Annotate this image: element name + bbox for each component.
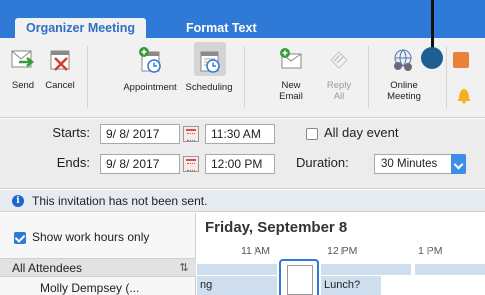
cancel-button[interactable]: Cancel: [40, 46, 80, 91]
start-date-calendar-icon[interactable]: [183, 126, 199, 142]
appointment-label: Appointment: [123, 82, 177, 93]
show-work-hours-label: Show work hours only: [32, 230, 150, 244]
reply-all-label: Reply All: [326, 80, 352, 102]
duration-value: 30 Minutes: [381, 158, 438, 170]
show-work-hours-checkbox[interactable]: [14, 232, 26, 244]
new-email-icon: [280, 48, 302, 69]
new-email-button[interactable]: New Email: [274, 46, 308, 102]
all-day-checkbox[interactable]: [306, 128, 318, 140]
ribbon-tab-bar: Organizer Meeting Format Text: [0, 0, 485, 38]
categorize-icon[interactable]: [453, 52, 469, 68]
all-attendees-header: All Attendees ⇅: [0, 258, 196, 277]
scheduling-label: Scheduling: [185, 82, 233, 93]
tab-organizer-meeting[interactable]: Organizer Meeting: [15, 18, 147, 38]
hour-tick: [341, 247, 342, 255]
end-date-calendar-icon[interactable]: [183, 156, 199, 172]
duration-select[interactable]: 30 Minutes: [374, 154, 466, 174]
hour-tick: [255, 247, 256, 255]
info-bar: i This invitation has not been sent.: [0, 190, 485, 212]
all-day-label: All day event: [324, 125, 399, 140]
hour-label: 12 PM: [327, 245, 358, 257]
ends-label: Ends:: [56, 155, 90, 170]
info-bar-text: This invitation has not been sent.: [32, 194, 208, 208]
online-meeting-icon: [394, 49, 412, 71]
scheduling-button[interactable]: Scheduling: [182, 42, 236, 93]
online-meeting-button[interactable]: Online Meeting: [382, 46, 426, 102]
hour-tick: [428, 247, 429, 255]
busy-block[interactable]: ng: [197, 276, 277, 295]
meeting-time-slot[interactable]: [287, 265, 313, 295]
attendee-pane: Show work hours only All Attendees ⇅ Mol…: [0, 213, 196, 295]
chevron-down-icon: [451, 154, 466, 174]
ribbon: Send Cancel Appointment Scheduling New E…: [0, 38, 485, 118]
ribbon-divider: [244, 46, 245, 108]
sort-icon[interactable]: ⇅: [178, 262, 190, 274]
info-icon: i: [12, 195, 24, 207]
appointment-icon: [139, 47, 161, 73]
start-time-field[interactable]: 11:30 AM: [205, 124, 275, 144]
duration-label: Duration:: [296, 155, 349, 170]
hour-label: 1 PM: [418, 245, 443, 257]
meeting-time-form: Starts: 9/ 8/ 2017 11:30 AM All day even…: [0, 119, 485, 189]
day-title: Friday, September 8: [205, 219, 348, 236]
all-attendees-label: All Attendees: [12, 261, 83, 275]
new-email-label: New Email: [279, 80, 303, 102]
scheduling-icon: [200, 51, 220, 73]
cancel-calendar-icon: [50, 50, 70, 71]
appointment-button[interactable]: Appointment: [118, 46, 182, 93]
busy-block-lunch[interactable]: Lunch?: [321, 276, 381, 295]
end-time-field[interactable]: 12:00 PM: [205, 154, 275, 174]
scheduling-grid: Friday, September 8 11 AM 12 PM 1 PM ng …: [197, 213, 485, 295]
busy-bar: [197, 264, 277, 275]
reply-all-icon: [330, 51, 348, 69]
tab-format-text[interactable]: Format Text: [175, 18, 268, 38]
end-date-field[interactable]: 9/ 8/ 2017: [100, 154, 180, 174]
ribbon-divider: [87, 46, 88, 108]
reminder-bell-icon[interactable]: [456, 86, 472, 104]
online-meeting-label: Online Meeting: [387, 80, 421, 102]
ribbon-divider: [368, 46, 369, 108]
send-label: Send: [11, 80, 35, 91]
send-icon: [11, 50, 35, 68]
send-button[interactable]: Send: [6, 46, 40, 91]
busy-bar: [321, 264, 411, 275]
attendee-row[interactable]: Molly Dempsey (...: [40, 281, 139, 295]
ribbon-divider: [446, 46, 447, 108]
cancel-label: Cancel: [45, 80, 75, 91]
starts-label: Starts:: [52, 125, 90, 140]
reply-all-button[interactable]: Reply All: [322, 46, 356, 102]
busy-bar: [415, 264, 485, 275]
start-date-field[interactable]: 9/ 8/ 2017: [100, 124, 180, 144]
callout-dot: [421, 47, 443, 69]
callout-line: [431, 0, 434, 52]
